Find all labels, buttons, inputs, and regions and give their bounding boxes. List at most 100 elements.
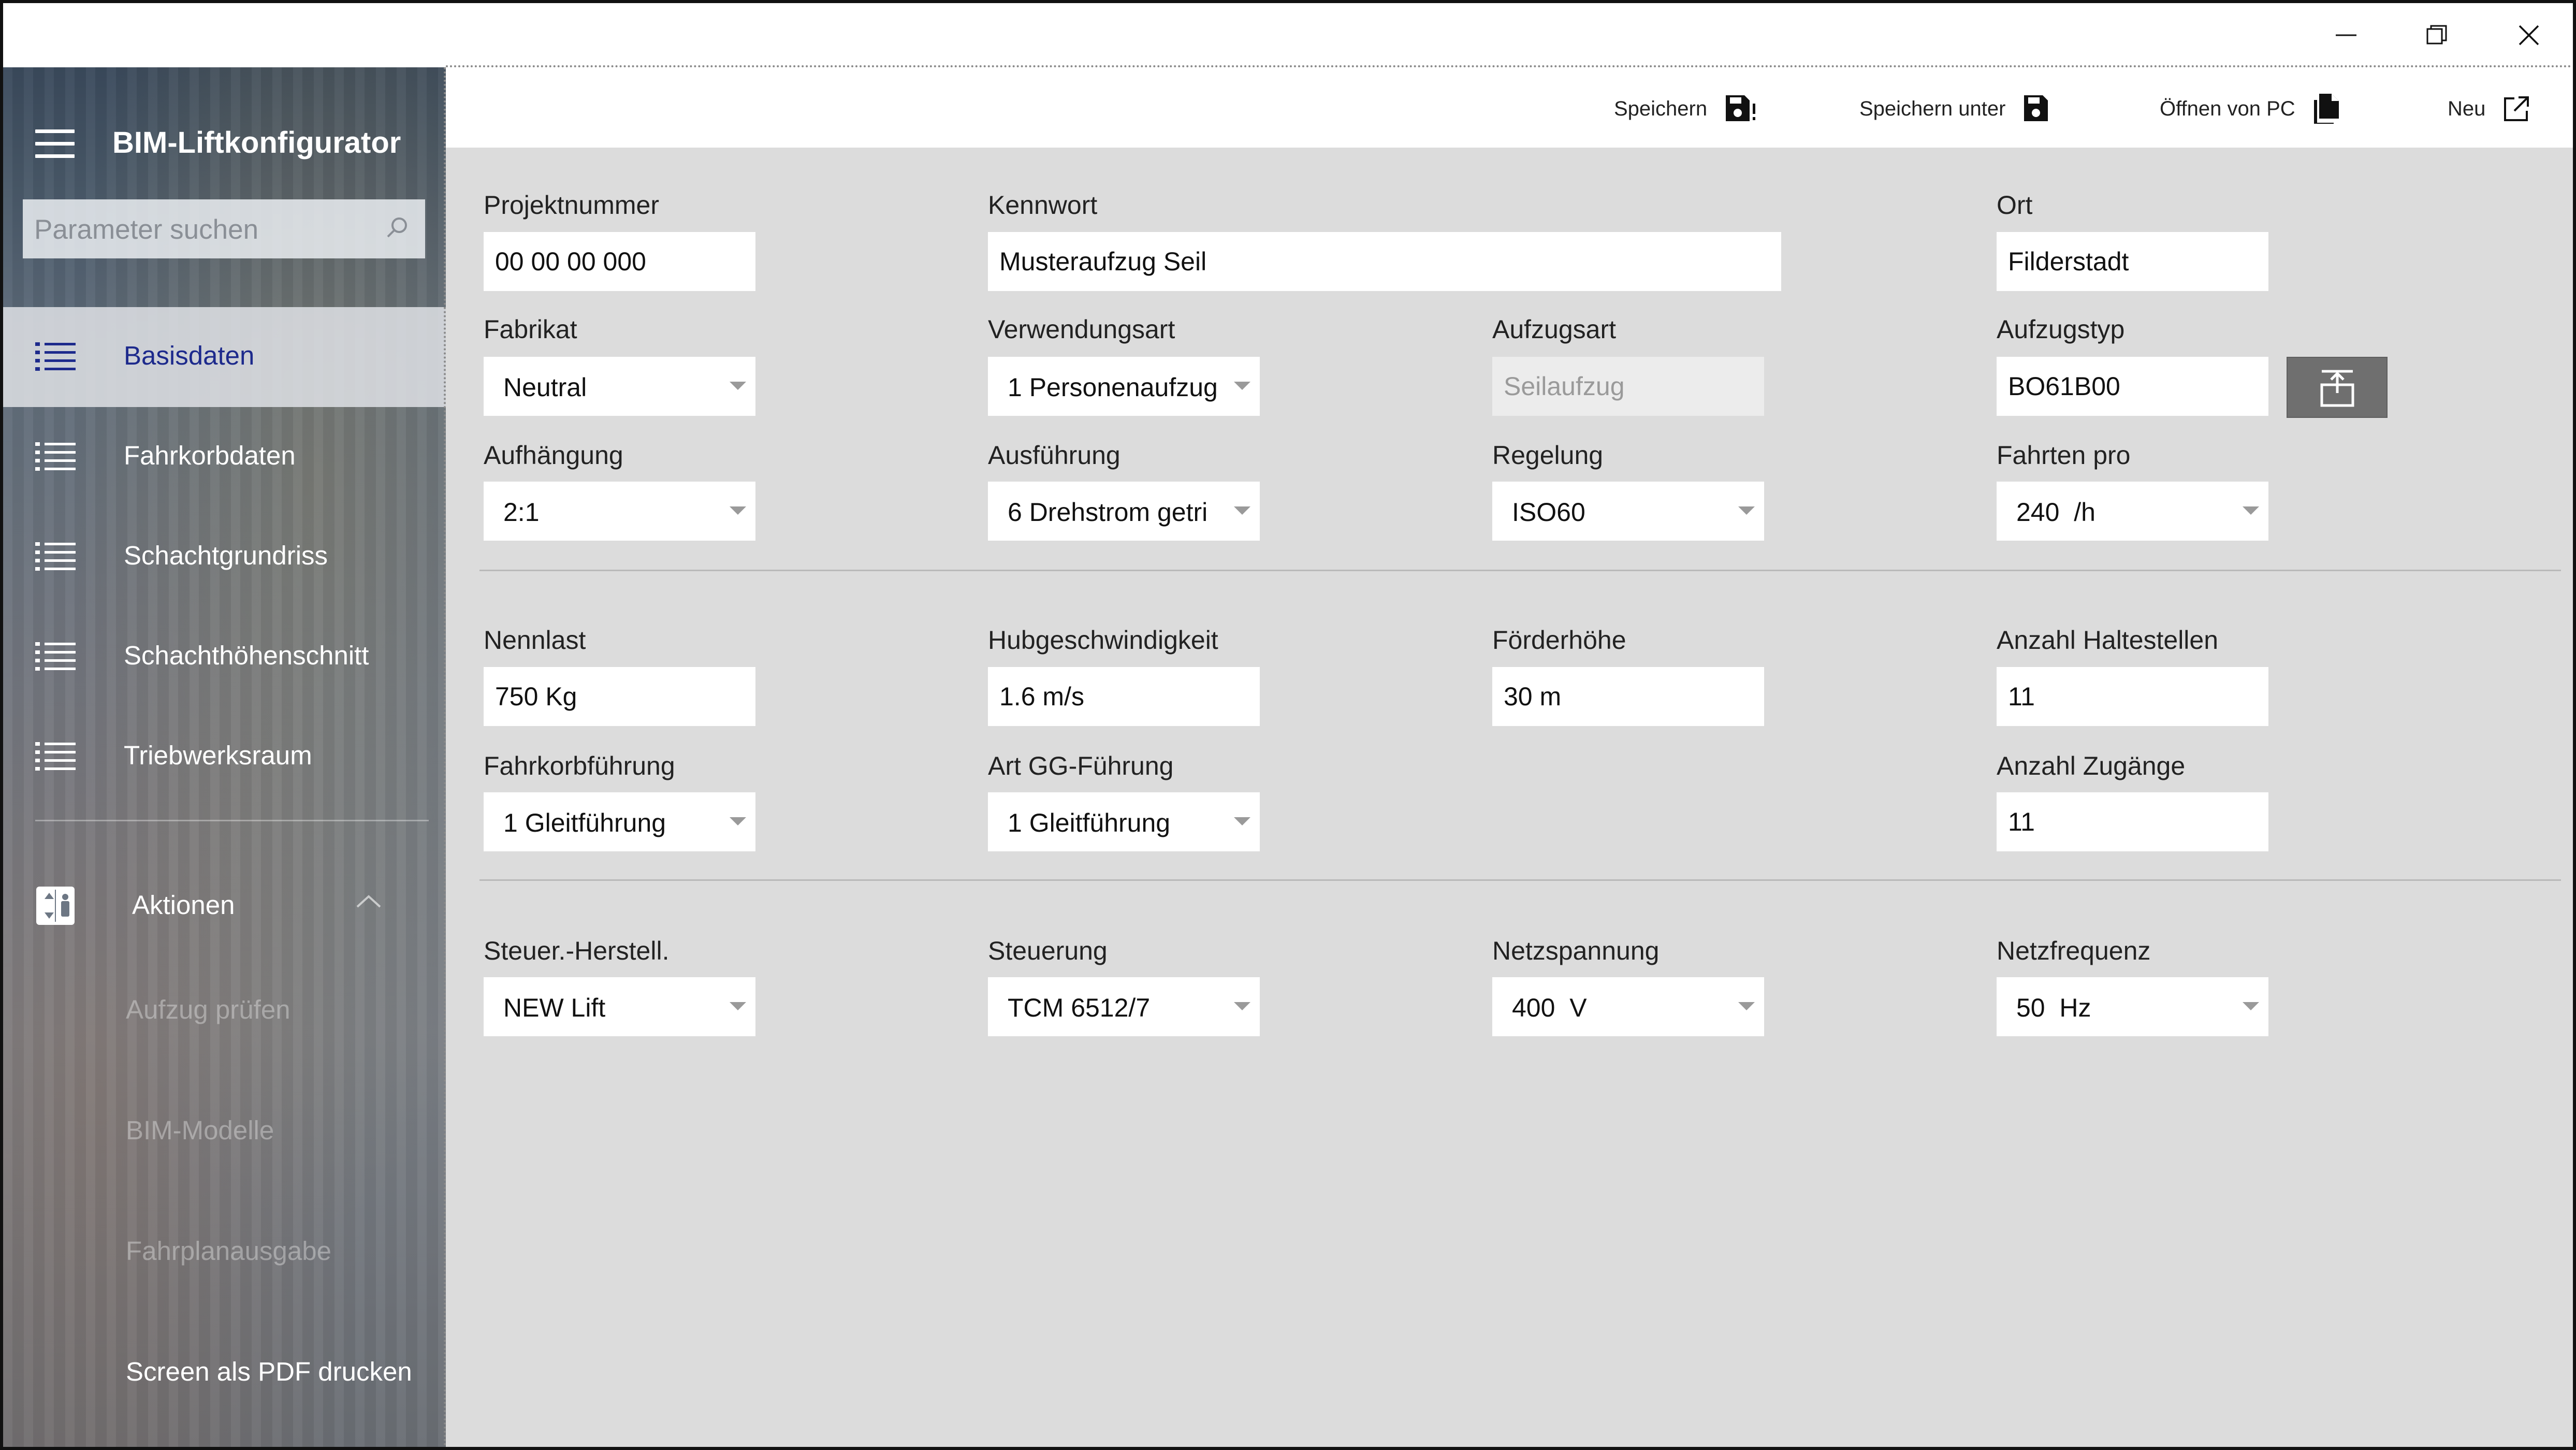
netzfrequenz-select[interactable]: 50 Hz [1997, 977, 2268, 1036]
aufhaengung-select[interactable]: 2:1 [484, 482, 755, 541]
ausfuehrung-select[interactable]: 6 Drehstrom getri [988, 482, 1260, 541]
action-screen-als-pdf-drucken[interactable]: Screen als PDF drucken [126, 1356, 412, 1387]
verwendungsart-label: Verwendungsart [988, 315, 1175, 344]
nennlast-field[interactable] [484, 667, 755, 726]
list-icon [35, 542, 76, 571]
save-as-label: Speichern unter [1859, 97, 2006, 120]
sidebar-item-fahrkorbdaten[interactable]: Fahrkorbdaten [3, 407, 446, 507]
verwendungsart-select[interactable]: 1 Personenaufzug [988, 357, 1260, 416]
fahrten-pro-select[interactable]: 240 /h [1997, 482, 2268, 541]
hamburger-menu-button[interactable] [35, 129, 75, 158]
elevator-icon [36, 887, 75, 925]
steuerung-select[interactable]: TCM 6512/7 [988, 977, 1260, 1036]
steuer-herstell-label: Steuer.-Herstell. [484, 936, 670, 965]
anzahl-haltestellen-field[interactable] [1997, 667, 2268, 726]
regelung-select[interactable]: ISO60 [1492, 482, 1764, 541]
dropdown-arrow-icon [730, 817, 746, 825]
regelung-value: ISO60 [1512, 498, 1585, 527]
restore-button[interactable] [2393, 3, 2481, 67]
close-button[interactable] [2485, 3, 2573, 67]
app-title: BIM-Liftkonfigurator [112, 126, 401, 160]
open-from-pc-label: Öffnen von PC [2160, 97, 2295, 120]
dropdown-arrow-icon [730, 506, 746, 515]
anzahl-zugaenge-label: Anzahl Zugänge [1997, 751, 2186, 780]
title-bar [3, 3, 2573, 67]
dropdown-arrow-icon [1738, 1002, 1755, 1010]
list-icon [35, 642, 76, 671]
netzspannung-label: Netzspannung [1492, 936, 1660, 965]
verwendungsart-value: 1 Personenaufzug [1008, 373, 1218, 402]
projektnummer-field[interactable] [484, 232, 755, 291]
save-icon [1725, 94, 1757, 123]
dropdown-arrow-icon [730, 382, 746, 390]
hamburger-line [35, 154, 75, 158]
sidebar-item-label: Triebwerksraum [124, 741, 312, 770]
aufzugsart-field [1492, 357, 1764, 416]
dropdown-arrow-icon [1234, 817, 1250, 825]
foerderhoehe-field-wrap [1492, 667, 1764, 726]
netzspannung-value: 400 V [1512, 993, 1587, 1022]
steuer-herstell-value: NEW Lift [503, 993, 606, 1022]
ort-field[interactable] [1997, 232, 2268, 291]
action-bim-modelle[interactable]: BIM-Modelle [126, 1115, 274, 1146]
sidebar-item-label: Basisdaten [124, 341, 255, 370]
hubgeschwindigkeit-field-wrap [988, 667, 1260, 726]
fahrkorbfuehrung-select[interactable]: 1 Gleitführung [484, 792, 755, 851]
new-button[interactable]: Neu [2448, 88, 2530, 129]
fabrikat-label: Fabrikat [484, 315, 577, 344]
art-gg-fuehrung-select[interactable]: 1 Gleitführung [988, 792, 1260, 851]
fahrten-pro-value: 240 /h [2016, 498, 2095, 527]
anzahl-haltestellen-label: Anzahl Haltestellen [1997, 626, 2219, 655]
aufzugsart-label: Aufzugsart [1492, 315, 1617, 344]
fahrten-pro-label: Fahrten pro [1997, 441, 2131, 470]
action-fahrplanausgabe[interactable]: Fahrplanausgabe [126, 1236, 331, 1266]
aufzugstyp-field-wrap [1997, 357, 2268, 416]
action-aufzug-pruefen[interactable]: Aufzug prüfen [126, 994, 290, 1025]
search-input[interactable] [23, 199, 377, 259]
save-button[interactable]: Speichern [1614, 88, 1757, 129]
art-gg-fuehrung-value: 1 Gleitführung [1008, 808, 1171, 837]
fahrkorbfuehrung-label: Fahrkorbführung [484, 751, 675, 780]
aktionen-expander[interactable]: Aktionen [3, 865, 446, 948]
anzahl-zugaenge-field[interactable] [1997, 792, 2268, 851]
search-icon[interactable] [384, 215, 410, 241]
steuerung-label: Steuerung [988, 936, 1108, 965]
nennlast-field-wrap [484, 667, 755, 726]
sidebar-item-label: Schachtgrundriss [124, 541, 328, 570]
aufzugstyp-picker-button[interactable] [2287, 357, 2388, 418]
sidebar-item-basisdaten[interactable]: Basisdaten [3, 307, 446, 407]
dropdown-arrow-icon [1234, 506, 1250, 515]
kennwort-field[interactable] [988, 232, 1781, 291]
new-label: Neu [2448, 97, 2486, 120]
sidebar-item-schachtgrundriss[interactable]: Schachtgrundriss [3, 507, 446, 607]
section-divider [479, 879, 2561, 881]
sidebar-item-schachthoehenschnitt[interactable]: Schachthöhenschnitt [3, 607, 446, 707]
hamburger-line [35, 142, 75, 146]
list-icon [35, 442, 76, 471]
chevron-up-icon [356, 895, 381, 908]
minimize-button[interactable] [2302, 3, 2390, 67]
netzspannung-select[interactable]: 400 V [1492, 977, 1764, 1036]
ort-label-display: Ort [1997, 191, 2033, 220]
save-as-icon [2023, 94, 2050, 123]
aufzugsart-field-wrap [1492, 357, 1764, 416]
save-as-button[interactable]: Speichern unter [1859, 88, 2050, 129]
foerderhoehe-field[interactable] [1492, 667, 1764, 726]
open-from-pc-button[interactable]: Öffnen von PC [2160, 88, 2340, 129]
dropdown-arrow-icon [730, 1002, 746, 1010]
netzfrequenz-label: Netzfrequenz [1997, 936, 2151, 965]
hubgeschwindigkeit-field[interactable] [988, 667, 1260, 726]
fabrikat-value: Neutral [503, 373, 587, 402]
sidebar: BIM-Liftkonfigurator Basisdaten Fahrkorb… [3, 67, 446, 1447]
steuer-herstell-select[interactable]: NEW Lift [484, 977, 755, 1036]
open-external-icon [2503, 95, 2530, 122]
sidebar-item-label: Schachthöhenschnitt [124, 641, 369, 670]
close-icon [2519, 25, 2539, 46]
art-gg-fuehrung-label: Art GG-Führung [988, 751, 1174, 780]
aufzugstyp-field[interactable] [1997, 357, 2268, 416]
list-icon [35, 742, 76, 771]
sidebar-item-triebwerksraum[interactable]: Triebwerksraum [3, 707, 446, 807]
fabrikat-select[interactable]: Neutral [484, 357, 755, 416]
list-icon [35, 342, 76, 371]
aufzugstyp-label: Aufzugstyp [1997, 315, 2125, 344]
